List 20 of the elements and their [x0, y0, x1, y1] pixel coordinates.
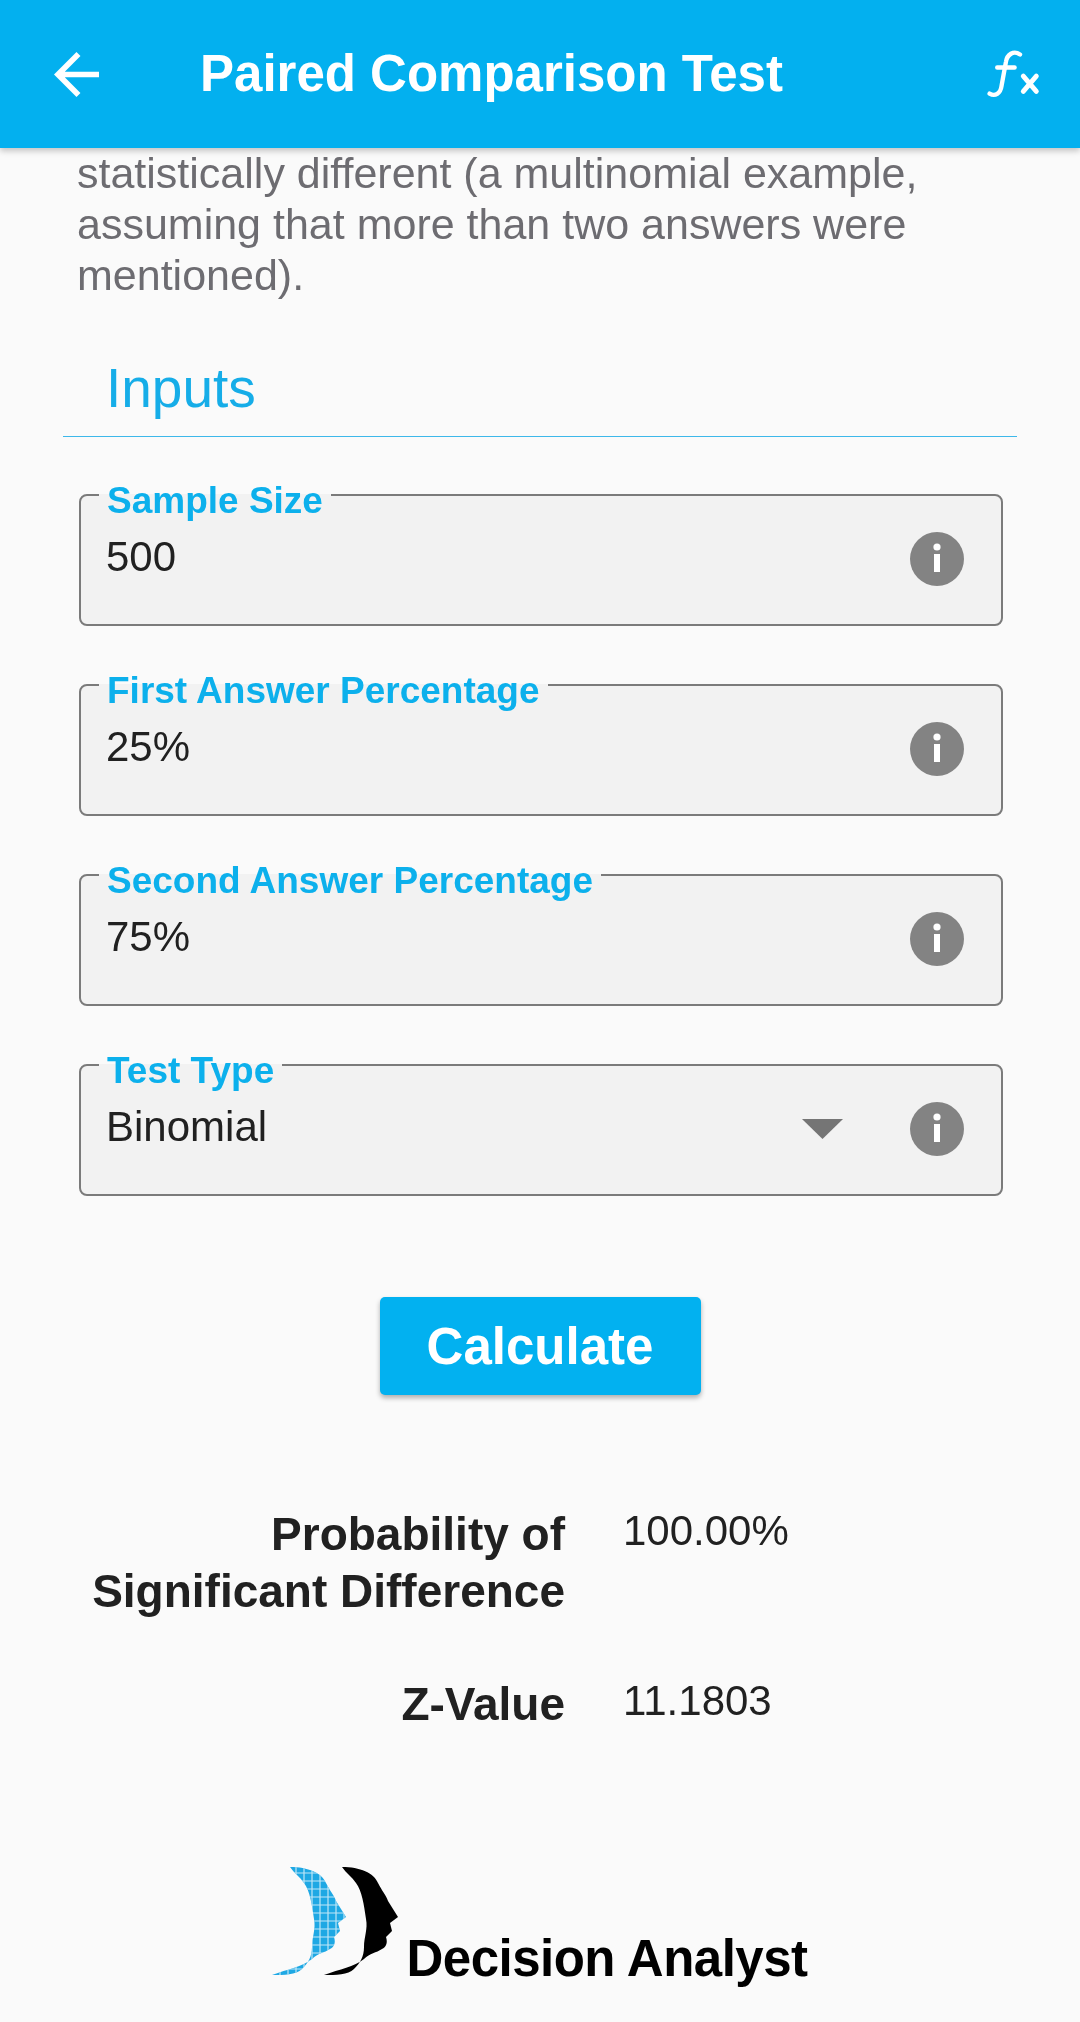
text-field[interactable]: Sample Size 500	[79, 479, 1003, 626]
info-icon[interactable]	[910, 722, 964, 776]
info-icon[interactable]	[910, 532, 964, 586]
info-icon[interactable]	[910, 912, 964, 966]
caret-icon	[802, 1119, 843, 1139]
result-value: 100.00%	[623, 1506, 789, 1556]
function-icon[interactable]	[986, 49, 1041, 99]
dropdown-field[interactable]: Test Type Binomial	[79, 1049, 1003, 1196]
section-heading: Inputs	[106, 356, 256, 420]
description-text: statistically different (a multinomial example, assuming that more than two answers were mentioned).	[76, 148, 919, 301]
back-arrow-icon[interactable]	[54, 51, 99, 97]
info-icon[interactable]	[910, 1102, 964, 1156]
app-bar-title: Paired Comparison Test	[200, 44, 784, 104]
text-field[interactable]: First Answer Percentage 25%	[79, 669, 1003, 816]
logo-text: Decision Analyst	[406, 1933, 808, 1985]
result-label: Probability of Significant Difference	[91, 1507, 565, 1619]
result-value: 11.1803	[623, 1676, 772, 1726]
head-silhouettes-icon	[272, 1865, 401, 1977]
result-label: Z-Value	[401, 1677, 565, 1732]
text-field[interactable]: Second Answer Percentage 75%	[79, 859, 1003, 1006]
